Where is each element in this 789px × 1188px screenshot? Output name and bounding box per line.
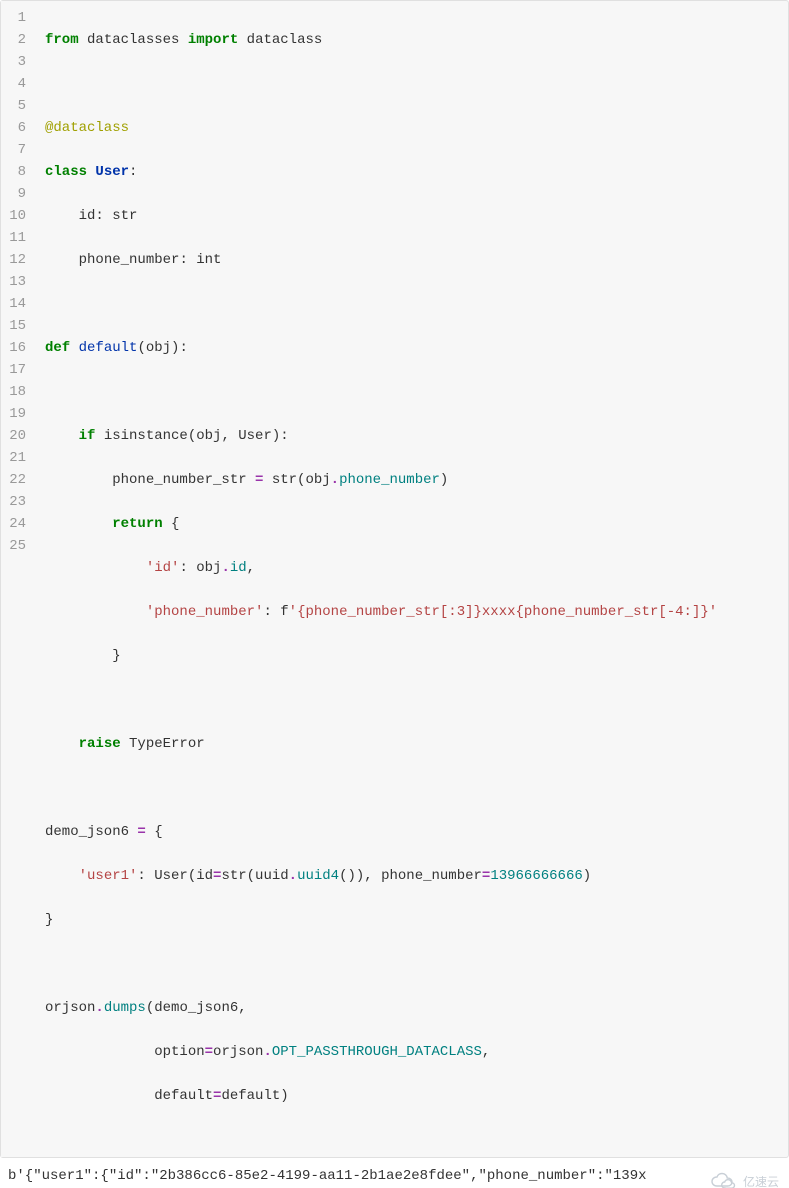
code-line: phone_number_str = str(obj.phone_number)	[45, 469, 778, 491]
code-line: if isinstance(obj, User):	[45, 425, 778, 447]
line-number: 24	[5, 513, 26, 535]
code-line	[45, 777, 778, 799]
line-number: 14	[5, 293, 26, 315]
line-number: 25	[5, 535, 26, 557]
code-line: @dataclass	[45, 117, 778, 139]
code-line	[45, 689, 778, 711]
line-number: 11	[5, 227, 26, 249]
line-number-gutter: 1234567891011121314151617181920212223242…	[1, 1, 35, 1157]
code-line: option=orjson.OPT_PASSTHROUGH_DATACLASS,	[45, 1041, 778, 1063]
line-number: 23	[5, 491, 26, 513]
line-number: 13	[5, 271, 26, 293]
code-line	[45, 953, 778, 975]
line-number: 2	[5, 29, 26, 51]
code-line: }	[45, 909, 778, 931]
line-number: 17	[5, 359, 26, 381]
cloud-icon	[709, 1172, 739, 1188]
line-number: 18	[5, 381, 26, 403]
code-line: return {	[45, 513, 778, 535]
code-line: orjson.dumps(demo_json6,	[45, 997, 778, 1019]
code-line: 'user1': User(id=str(uuid.uuid4()), phon…	[45, 865, 778, 887]
code-line: default=default)	[45, 1085, 778, 1107]
line-number: 4	[5, 73, 26, 95]
line-number: 7	[5, 139, 26, 161]
line-number: 21	[5, 447, 26, 469]
code-line: 'id': obj.id,	[45, 557, 778, 579]
code-line: def default(obj):	[45, 337, 778, 359]
line-number: 1	[5, 7, 26, 29]
line-number: 19	[5, 403, 26, 425]
code-line: }	[45, 645, 778, 667]
code-line	[45, 381, 778, 403]
line-number: 22	[5, 469, 26, 491]
line-number: 8	[5, 161, 26, 183]
code-line: raise TypeError	[45, 733, 778, 755]
code-block: 1234567891011121314151617181920212223242…	[0, 0, 789, 1158]
code-line	[45, 293, 778, 315]
line-number: 16	[5, 337, 26, 359]
line-number: 15	[5, 315, 26, 337]
line-number: 6	[5, 117, 26, 139]
code-line: id: str	[45, 205, 778, 227]
code-line: demo_json6 = {	[45, 821, 778, 843]
code-line: from dataclasses import dataclass	[45, 29, 778, 51]
line-number: 3	[5, 51, 26, 73]
line-number: 20	[5, 425, 26, 447]
code-line: 'phone_number': f'{phone_number_str[:3]}…	[45, 601, 778, 623]
output-cell: b'{"user1":{"id":"2b386cc6-85e2-4199-aa1…	[0, 1158, 789, 1188]
code-line	[45, 73, 778, 95]
code-line: class User:	[45, 161, 778, 183]
line-number: 12	[5, 249, 26, 271]
line-number: 10	[5, 205, 26, 227]
watermark: 亿速云	[709, 1172, 779, 1188]
line-number: 5	[5, 95, 26, 117]
output-text: b'{"user1":{"id":"2b386cc6-85e2-4199-aa1…	[8, 1168, 647, 1184]
watermark-text: 亿速云	[743, 1173, 779, 1188]
code-content: from dataclasses import dataclass @datac…	[35, 1, 788, 1157]
code-line: phone_number: int	[45, 249, 778, 271]
line-number: 9	[5, 183, 26, 205]
